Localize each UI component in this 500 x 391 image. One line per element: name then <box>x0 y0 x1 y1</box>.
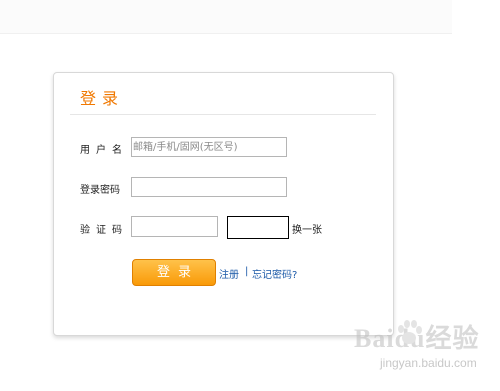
paw-icon <box>398 320 422 344</box>
title-divider <box>70 114 376 115</box>
forgot-password-link[interactable]: 忘记密码? <box>252 266 297 281</box>
login-title: 登录 <box>80 89 125 108</box>
baidu-watermark: Baidu经验 jingyan.baidu.com <box>354 316 494 386</box>
captcha-label: 验证码 <box>80 225 128 236</box>
page: 登录 用户名 登录密码 验证码 换一张 登录 注册 | 忘记密码? Baidu经… <box>0 0 500 391</box>
password-label: 登录密码 <box>80 185 120 196</box>
login-card: 登录 用户名 登录密码 验证码 换一张 登录 注册 | 忘记密码? <box>53 72 394 336</box>
captcha-image[interactable] <box>227 216 289 239</box>
login-button[interactable]: 登录 <box>132 259 216 286</box>
link-separator: | <box>245 266 249 277</box>
register-link[interactable]: 注册 <box>219 266 239 281</box>
refresh-captcha-link[interactable]: 换一张 <box>292 221 322 236</box>
top-band <box>0 0 452 34</box>
password-input[interactable] <box>131 177 287 197</box>
captcha-input[interactable] <box>131 216 218 237</box>
username-label: 用户名 <box>80 145 128 156</box>
username-input[interactable] <box>131 137 287 157</box>
watermark-url: jingyan.baidu.com <box>380 356 477 370</box>
